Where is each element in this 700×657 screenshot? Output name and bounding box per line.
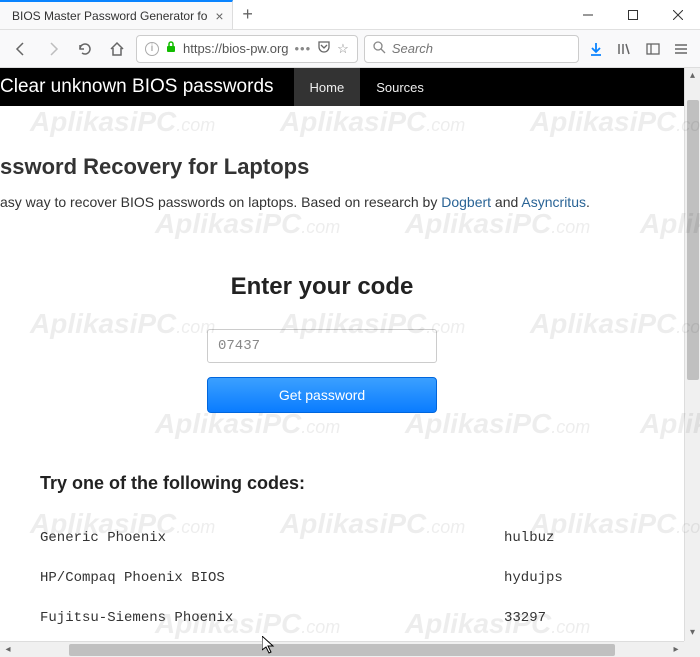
link-dogbert[interactable]: Dogbert — [441, 194, 491, 210]
reload-button[interactable] — [72, 35, 98, 63]
sidebar-icon[interactable] — [641, 41, 663, 57]
menu-icon[interactable] — [670, 41, 692, 57]
window-controls — [565, 0, 700, 29]
url-text: https://bios-pw.org — [183, 41, 289, 56]
get-password-button[interactable]: Get password — [207, 377, 437, 413]
minimize-button[interactable] — [565, 0, 610, 29]
browser-toolbar: i https://bios-pw.org ••• ☆ — [0, 30, 700, 68]
result-code: 33297 — [504, 610, 604, 626]
scroll-corner — [684, 641, 700, 657]
hscroll-thumb[interactable] — [69, 644, 615, 656]
result-code: hulbuz — [504, 530, 604, 546]
page-content: Clear unknown BIOS passwords Home Source… — [0, 68, 684, 641]
page-title: ssword Recovery for Laptops — [0, 154, 684, 180]
new-tab-button[interactable]: + — [233, 0, 263, 29]
result-label: Generic Phoenix — [40, 530, 504, 546]
link-asyncritus[interactable]: Asyncritus — [521, 194, 586, 210]
lock-icon — [165, 41, 177, 56]
downloads-icon[interactable] — [585, 41, 607, 57]
result-row: Generic Phoenixhulbuz — [40, 518, 604, 558]
site-nav: Clear unknown BIOS passwords Home Source… — [0, 68, 684, 106]
code-input[interactable] — [207, 329, 437, 363]
scroll-down-arrow[interactable]: ▾ — [685, 625, 700, 641]
tab-title: BIOS Master Password Generator fo — [12, 9, 207, 23]
home-button[interactable] — [104, 35, 130, 63]
more-icon[interactable]: ••• — [295, 41, 312, 56]
result-label: HP/Compaq Phoenix BIOS — [40, 570, 504, 586]
info-icon[interactable]: i — [145, 42, 159, 56]
library-icon[interactable] — [613, 41, 635, 57]
nav-sources[interactable]: Sources — [360, 68, 440, 106]
result-label: Fujitsu-Siemens Phoenix — [40, 610, 504, 626]
back-button[interactable] — [8, 35, 34, 63]
vertical-scrollbar[interactable]: ▴ ▾ — [684, 68, 700, 641]
forward-button[interactable] — [40, 35, 66, 63]
vscroll-thumb[interactable] — [687, 100, 699, 380]
result-row: HP/Compaq Phoenix BIOShydujps — [40, 558, 604, 598]
window-chrome: BIOS Master Password Generator fo × + — [0, 0, 700, 30]
close-tab-icon[interactable]: × — [215, 8, 223, 24]
maximize-button[interactable] — [610, 0, 655, 29]
page-description: asy way to recover BIOS passwords on lap… — [0, 192, 684, 213]
bookmark-icon[interactable]: ☆ — [337, 41, 349, 57]
result-code: hydujps — [504, 570, 604, 586]
search-input[interactable] — [392, 41, 570, 56]
form-title: Enter your code — [0, 273, 684, 301]
scroll-up-arrow[interactable]: ▴ — [685, 68, 700, 84]
site-title: Clear unknown BIOS passwords — [0, 76, 294, 98]
results-title: Try one of the following codes: — [40, 473, 604, 494]
result-row: Fujitsu-Siemens Phoenix33297 — [40, 598, 604, 638]
search-bar[interactable] — [364, 35, 579, 63]
url-bar[interactable]: i https://bios-pw.org ••• ☆ — [136, 35, 358, 63]
search-icon — [373, 41, 386, 57]
horizontal-scrollbar[interactable]: ◂ ▸ — [0, 641, 684, 657]
scroll-left-arrow[interactable]: ◂ — [0, 644, 16, 655]
close-window-button[interactable] — [655, 0, 700, 29]
nav-home[interactable]: Home — [294, 68, 361, 106]
pocket-icon[interactable] — [317, 40, 331, 57]
scroll-right-arrow[interactable]: ▸ — [668, 644, 684, 655]
browser-tab[interactable]: BIOS Master Password Generator fo × — [0, 0, 233, 29]
